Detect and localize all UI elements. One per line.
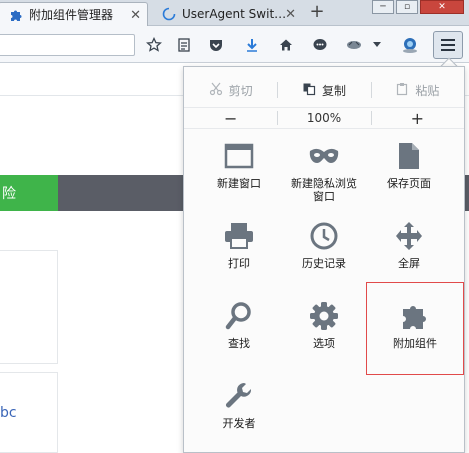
private-mask-icon [281,139,367,173]
maximize-button[interactable]: ▫ [396,0,418,14]
tab-label: 附加组件管理器 [29,8,114,22]
new-window-icon [196,139,282,173]
print-icon [196,219,282,253]
zoom-in-button[interactable]: + [370,108,464,128]
tab-label: UserAgent Swit… [182,7,287,21]
url-input[interactable] [0,34,135,56]
paste-label: 粘贴 [415,83,440,98]
save-page-item[interactable]: 保存页面 [366,139,452,215]
fullscreen-icon [366,219,452,253]
zoom-out-button[interactable]: − [184,108,277,128]
chat-icon[interactable] [309,34,331,56]
item-label: 历史记录 [302,257,346,270]
cut-button[interactable]: 剪切 [184,77,277,103]
item-label: 全屏 [398,257,420,270]
options-item[interactable]: 选项 [281,299,367,375]
print-item[interactable]: 打印 [196,219,282,295]
tab-strip: 附加组件管理器 ✕ UserAgent Swit… ✕ + ─ ▫ ✕ [0,0,469,26]
download-icon[interactable] [241,34,263,56]
developer-item[interactable]: 开发者 [196,379,282,453]
addons-puzzle-icon [367,299,463,333]
scissors-icon [209,82,223,99]
page-link[interactable]: bc [0,405,17,421]
item-label: 附加组件 [393,337,437,350]
profile-icon[interactable] [399,34,421,56]
zoom-level-reset[interactable]: 100% [277,108,370,128]
edit-controls: 剪切 复制 粘贴 [184,77,464,103]
content-card [0,250,58,364]
main-menu-panel: 剪切 复制 粘贴 − 100% + 新建窗口 新建隐私浏览 窗口 保存页面 打印… [183,66,465,453]
close-tab-icon[interactable]: ✕ [285,7,296,22]
paste-icon [395,82,409,99]
dropdown-icon[interactable] [370,34,384,56]
paste-button[interactable]: 粘贴 [370,77,464,103]
item-label: 新建窗口 [217,177,261,190]
minimize-button[interactable]: ─ [372,0,394,14]
tab-useragent[interactable]: UserAgent Swit… ✕ [152,2,302,26]
cut-label: 剪切 [228,83,253,98]
item-label: 开发者 [222,417,256,430]
item-label: 查找 [228,337,250,350]
developer-wrench-icon [196,379,282,413]
find-magnifier-icon [196,299,282,333]
item-label: 保存页面 [387,177,431,190]
history-item[interactable]: 历史记录 [281,219,367,295]
bookmark-star-icon[interactable] [143,34,165,56]
green-action-button[interactable]: 险 [0,175,58,211]
hamburger-line [441,44,455,46]
useragent-icon[interactable] [343,34,365,56]
close-tab-icon[interactable]: ✕ [130,8,141,23]
navigation-toolbar [0,26,469,63]
addons-item[interactable]: 附加组件 [366,282,464,375]
options-gear-icon [281,299,367,333]
home-icon[interactable] [275,34,297,56]
new-tab-button[interactable]: + [306,1,328,23]
item-label: 打印 [228,257,250,270]
close-window-button[interactable]: ✕ [420,0,464,14]
copy-icon [302,82,316,99]
tab-addons-manager[interactable]: 附加组件管理器 ✕ [0,2,148,26]
open-menu-button[interactable] [433,31,463,59]
history-clock-icon [281,219,367,253]
zoom-controls: − 100% + [184,107,464,129]
save-page-icon [366,139,452,173]
item-label: 新建隐私浏览 窗口 [281,177,367,203]
pocket-icon[interactable] [205,34,227,56]
item-label-line: 新建隐私浏览 窗口 [291,177,357,203]
hamburger-line [441,49,455,51]
new-window-item[interactable]: 新建窗口 [196,139,282,215]
private-window-item[interactable]: 新建隐私浏览 窗口 [281,139,367,215]
loading-icon [162,7,176,21]
reading-list-icon[interactable] [173,34,195,56]
copy-label: 复制 [321,83,346,98]
find-item[interactable]: 查找 [196,299,282,375]
item-label: 选项 [313,337,335,350]
puzzle-icon [9,8,23,22]
copy-button[interactable]: 复制 [277,77,370,103]
hamburger-line [441,39,455,41]
